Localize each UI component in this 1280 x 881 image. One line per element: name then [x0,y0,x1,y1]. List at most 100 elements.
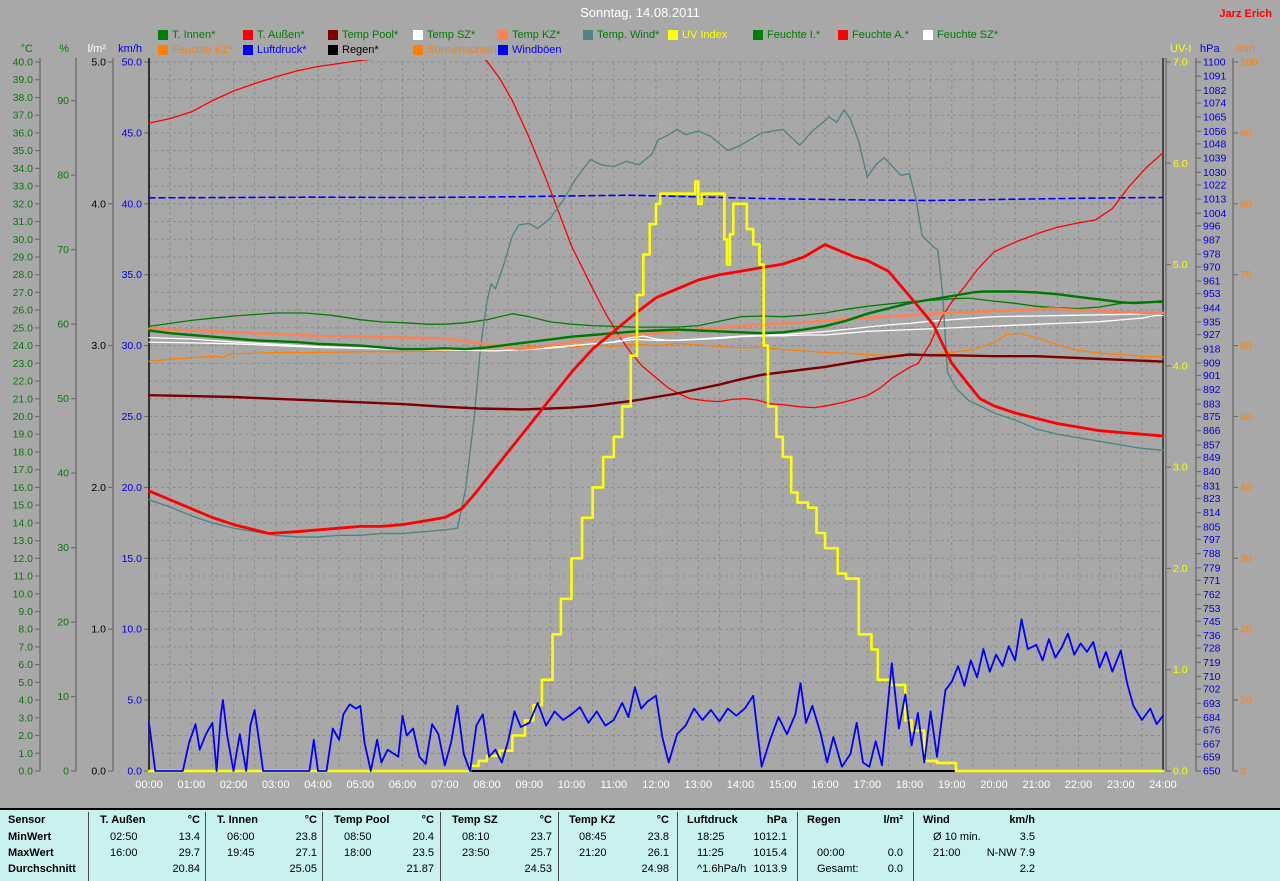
axis-tick-label-hpa: 710 [1203,671,1221,683]
axis-tick-label-hpa: 659 [1203,751,1221,763]
legend-label: Temp Pool* [342,28,399,41]
weather-chart-window: 40.0 39.0 38.0 37.0 36.0 35.0 34.0 33.0 32.0 31.0… [0,0,1280,881]
table-column-divider [677,812,678,881]
axis-tick-label-c: 37.0 [13,110,34,122]
axis-tick-label-lm2: 0.0 [91,766,106,778]
x-axis-tick-label: 18:00 [896,779,924,791]
table-row-label: Sensor [8,814,46,826]
axis-tick-label-hpa: 883 [1203,398,1221,410]
watermark-author: Jarz Erich [1219,8,1272,20]
legend-item-feuchte-i: Feuchte I.* [753,28,838,41]
table-col-unit: °C [187,814,200,826]
axis-tick-label-min: 100 [1240,57,1258,69]
axis-tick-label-c: 5.0 [18,677,33,689]
axis-tick-label-min: 90 [1240,127,1252,139]
axis-tick-label-hpa: 693 [1203,698,1221,710]
axis-tick-label-lm2: 4.0 [91,198,106,210]
legend-item-t-außen: T. Außen* [243,28,328,41]
axis-tick-label-kmh: 20.0 [122,482,143,494]
legend-item-uv-index: UV Index [668,28,753,41]
axis-tick-label-hpa: 1039 [1203,153,1227,165]
x-axis-tick-label: 09:00 [516,779,544,791]
axis-tick-label-hpa: 745 [1203,616,1221,628]
table-col-unit: hPa [766,814,787,826]
axis-tick-label-c: 16.0 [13,482,34,494]
table-column-divider [322,812,323,881]
axis-tick-label-kmh: 25.0 [122,411,143,423]
table-cell-avg-value: 21.87 [406,863,434,875]
axis-tick-label-min: 50 [1240,411,1252,423]
axis-tick-label-hpa: 1065 [1203,112,1227,124]
legend-swatch-icon [158,44,168,55]
axis-tick-label-kmh: 50.0 [122,57,143,69]
axis-tick-label-c: 24.0 [13,340,34,352]
x-axis-tick-label: 04:00 [304,779,332,791]
axis-header-uv: UV-I [1170,43,1191,55]
axis-tick-label-hpa: 797 [1203,534,1221,546]
legend-swatch-icon [498,29,508,40]
axis-tick-label-hpa: 1030 [1203,167,1227,179]
legend-item-feuchte-sz: Feuchte SZ* [923,28,1008,41]
axis-tick-label-hpa: 788 [1203,548,1221,560]
axis-tick-label-hpa: 970 [1203,261,1221,273]
table-cell-avg-value: 1013.9 [753,863,787,875]
axis-tick-label-min: 30 [1240,553,1252,565]
legend-swatch-icon [923,29,933,40]
axis-header-pct: % [59,43,69,55]
table-cell-avg-value: 24.53 [524,863,552,875]
axis-tick-label-uv: 7.0 [1173,57,1188,69]
axis-tick-label-c: 33.0 [13,181,34,193]
axis-tick-label-c: 12.0 [13,553,34,565]
table-row-label: MaxWert [8,847,54,859]
axis-tick-label-pct: 0 [63,766,69,778]
x-axis-tick-label: 03:00 [262,779,290,791]
table-col-unit: °C [539,814,552,826]
table-cell-max-value: 0.0 [887,847,903,859]
axis-tick-label-c: 38.0 [13,92,34,104]
axis-tick-label-hpa: 831 [1203,480,1221,492]
table-cell-min-value: 1012.1 [753,831,787,843]
axis-tick-label-min: 20 [1240,624,1252,636]
axis-tick-label-pct: 40 [57,468,69,480]
legend-item-temp-pool: Temp Pool* [328,28,413,41]
legend-label: T. Außen* [257,28,305,41]
axis-tick-label-hpa: 650 [1203,766,1221,778]
axis-tick-label-hpa: 728 [1203,643,1221,655]
axis-tick-label-pct: 30 [57,542,69,554]
legend-label: Temp SZ* [427,28,476,41]
legend-swatch-icon [413,44,423,55]
table-cell-max-value: 25.7 [530,847,552,859]
axis-tick-label-kmh: 0.0 [127,766,142,778]
axis-tick-label-kmh: 40.0 [122,198,143,210]
legend-item-temp-kz: Temp KZ* [498,28,583,41]
table-col-unit: °C [656,814,669,826]
axis-tick-label-min: 80 [1240,198,1252,210]
legend-label: Sonnenschein [427,43,497,56]
axis-tick-label-min: 40 [1240,482,1252,494]
axis-tick-label-hpa: 1004 [1203,208,1227,220]
legend-label: Feuchte KZ* [172,43,234,56]
axis-tick-label-hpa: 857 [1203,439,1221,451]
axis-tick-label-hpa: 702 [1203,684,1221,696]
axis-header-hpa: hPa [1200,43,1220,55]
axis-tick-label-hpa: 944 [1203,302,1221,314]
axis-tick-label-hpa: 1100 [1203,57,1226,69]
x-axis-tick-label: 23:00 [1107,779,1135,791]
legend-item-sonnenschein: Sonnenschein [413,43,498,56]
axis-tick-label-kmh: 15.0 [122,553,143,565]
axis-tick-label-uv: 6.0 [1173,158,1188,170]
table-col-unit: °C [421,814,434,826]
axis-tick-label-uv: 1.0 [1173,664,1188,676]
table-cell-avg-value: 25.05 [289,863,317,875]
axis-tick-label-c: 20.0 [13,411,34,423]
axis-header-min: min [1237,43,1255,55]
axis-tick-label-c: 1.0 [18,748,33,760]
axis-tick-label-hpa: 901 [1203,370,1221,382]
axis-tick-label-c: 9.0 [18,606,33,618]
table-column-divider [205,812,206,881]
axis-tick-label-hpa: 953 [1203,288,1221,300]
axis-tick-label-c: 22.0 [13,376,34,388]
table-col-unit: l/m² [883,814,903,826]
axis-tick-label-c: 14.0 [13,517,34,529]
axis-tick-label-hpa: 1091 [1203,71,1227,83]
